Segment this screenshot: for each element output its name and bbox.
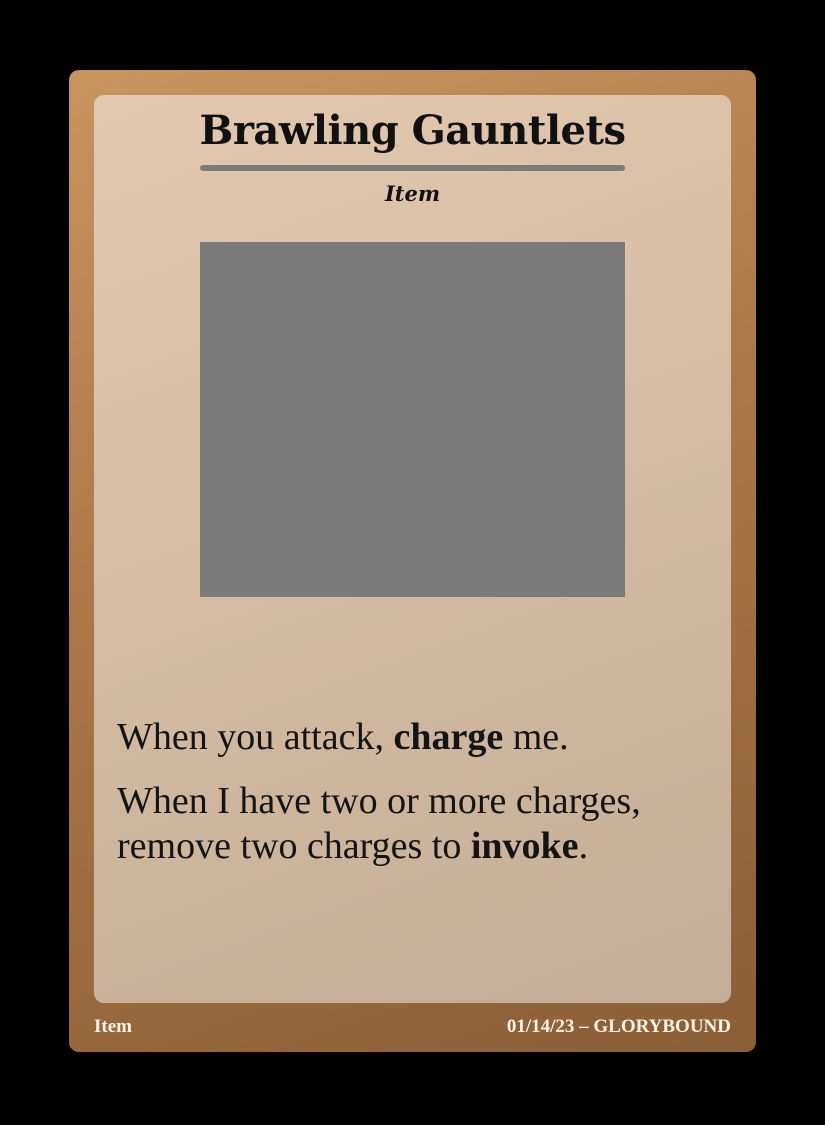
rule-paragraph: When you attack, charge me.	[117, 715, 717, 760]
keyword-invoke: invoke	[470, 825, 579, 867]
card-rules-text: When you attack, charge me. When I have …	[117, 715, 717, 888]
footer-card-type: Item	[94, 1016, 132, 1037]
rule-text: When you attack,	[117, 716, 394, 758]
card-type-line: Item	[384, 181, 441, 206]
title-divider	[200, 165, 625, 171]
keyword-charge: charge	[393, 716, 504, 758]
rule-paragraph: When I have two or more charges, remove …	[117, 779, 717, 869]
card-panel: Brawling Gauntlets Item When you attack,…	[94, 95, 731, 1003]
card-title: Brawling Gauntlets	[199, 107, 626, 154]
footer-date-set: 01/14/23 – GLORYBOUND	[506, 1016, 731, 1037]
rule-text: me.	[503, 716, 569, 758]
rule-text: .	[578, 825, 589, 867]
item-card: Brawling Gauntlets Item When you attack,…	[69, 70, 756, 1052]
card-art-placeholder	[200, 242, 625, 597]
